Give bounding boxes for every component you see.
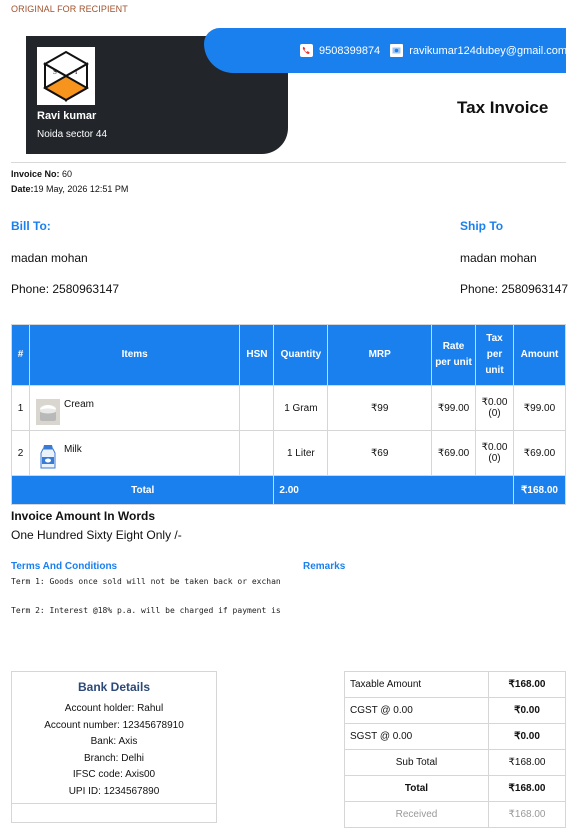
bill-to-phone: Phone: 2580963147 xyxy=(11,282,120,296)
totals-table: Taxable Amount ₹168.00 CGST @ 0.00 ₹0.00… xyxy=(344,671,566,828)
col-header: Quantity xyxy=(273,324,329,386)
bill-to-name: madan mohan xyxy=(11,251,88,265)
hsn-cell xyxy=(239,385,275,431)
cgst-label: CGST @ 0.00 xyxy=(344,697,489,724)
phone-number: 9508399874 xyxy=(319,44,381,57)
contact-info: 9508399874 ravikumar124dubey@gmail.com xyxy=(300,44,567,57)
cream-jar-icon xyxy=(35,399,60,425)
item-cell: Cream xyxy=(28,385,241,431)
table-row: 2 Milk 1 Liter ₹69 ₹69.00 ₹0.00 (0) ₹69.0… xyxy=(11,430,567,476)
email-icon xyxy=(390,44,404,57)
sgst-label: SGST @ 0.00 xyxy=(344,723,489,750)
amount-in-words: One Hundred Sixty Eight Only /- xyxy=(11,528,182,542)
email-address: ravikumar124dubey@gmail.com xyxy=(409,44,568,57)
received-value: ₹168.00 xyxy=(488,801,566,828)
item-name: Cream xyxy=(63,399,94,410)
total-label: Total xyxy=(10,475,275,505)
col-header: Items xyxy=(28,324,241,386)
tax-percent: (0) xyxy=(488,453,501,464)
col-header: Amount xyxy=(512,324,567,386)
items-table: # Items HSN Quantity MRP Rate per unit T… xyxy=(10,324,567,505)
amount-cell: ₹99.00 xyxy=(512,385,567,431)
col-header: Rate per unit xyxy=(431,324,477,386)
grand-total-label: Total xyxy=(344,775,489,802)
col-header: Tax per unit xyxy=(475,324,514,386)
ship-to-phone: Phone: 2580963147 xyxy=(460,282,569,296)
total-quantity: 2.00 xyxy=(273,475,514,505)
totals-row: SGST @ 0.00 ₹0.00 xyxy=(344,723,566,750)
company-address: Noida sector 44 xyxy=(37,129,108,140)
bank-line: Account holder: Rahul xyxy=(64,703,164,714)
bank-line: UPI ID: 1234567890 xyxy=(68,785,160,797)
amount-cell: ₹69.00 xyxy=(512,430,567,476)
totals-row: CGST @ 0.00 ₹0.00 xyxy=(344,697,566,724)
ship-to-name: madan mohan xyxy=(460,251,537,265)
taxable-label: Taxable Amount xyxy=(344,671,489,698)
invoice-number-label: Invoice No: xyxy=(11,169,60,179)
svg-text:S: S xyxy=(53,68,57,76)
invoice-date-value: 19 May, 2026 12:51 PM xyxy=(33,184,129,194)
milk-carton-icon xyxy=(35,444,60,470)
terms-heading: Terms And Conditions xyxy=(11,561,118,572)
bill-to-heading: Bill To: xyxy=(11,219,51,233)
row-number: 1 xyxy=(11,385,30,431)
table-row: 1 Cream 1 Gram ₹99 ₹99.00 ₹0.00 (0) ₹99.0… xyxy=(11,385,567,431)
ship-to-heading: Ship To xyxy=(460,219,504,233)
tax-percent: (0) xyxy=(488,408,501,419)
col-header: HSN xyxy=(239,324,275,386)
document-title: Tax Invoice xyxy=(457,98,549,117)
bank-line: Branch: Delhi xyxy=(83,752,145,764)
quantity-cell: 1 Liter xyxy=(273,430,329,476)
cgst-value: ₹0.00 xyxy=(488,697,566,724)
copy-label: ORIGINAL FOR RECIPIENT xyxy=(11,4,128,14)
total-amount: ₹168.00 xyxy=(512,475,567,505)
rate-cell: ₹69.00 xyxy=(431,430,477,476)
totals-row: Received ₹168.00 xyxy=(344,801,566,828)
bank-details-heading: Bank Details xyxy=(77,680,151,694)
tax-value: ₹0.00 xyxy=(481,397,508,408)
tax-cell: ₹0.00 (0) xyxy=(475,385,514,431)
totals-row: Sub Total ₹168.00 xyxy=(344,749,566,776)
bank-details: Bank Details Account holder: Rahul Accou… xyxy=(11,671,217,823)
item-name: Milk xyxy=(63,444,82,455)
subtotal-value: ₹168.00 xyxy=(488,749,566,776)
tax-cell: ₹0.00 (0) xyxy=(475,430,514,476)
remarks-heading: Remarks xyxy=(303,561,346,572)
rate-cell: ₹99.00 xyxy=(431,385,477,431)
hsn-cell xyxy=(239,430,275,476)
invoice-number-value: 60 xyxy=(59,169,73,179)
bank-line: IFSC code: Axis00 xyxy=(72,769,156,780)
term-line: Term 1: Goods once sold will not be take… xyxy=(11,577,281,586)
col-header: MRP xyxy=(327,324,433,386)
tax-value: ₹0.00 xyxy=(481,442,508,453)
invoice-header: 9508399874 ravikumar124dubey@gmail.com S… xyxy=(26,28,567,155)
invoice-date: Date:19 May, 2026 12:51 PM xyxy=(11,184,128,194)
invoice-number: Invoice No: 60 xyxy=(11,169,72,179)
amount-in-words-heading: Invoice Amount In Words xyxy=(11,509,156,523)
phone-icon xyxy=(300,44,313,57)
item-cell: Milk xyxy=(28,430,241,476)
sgst-value: ₹0.00 xyxy=(488,723,566,750)
items-header-row: # Items HSN Quantity MRP Rate per unit T… xyxy=(11,324,567,386)
company-logo: S I xyxy=(37,47,95,105)
invoice-date-label: Date: xyxy=(11,184,34,194)
company-name: Ravi kumar xyxy=(37,110,97,122)
quantity-cell: 1 Gram xyxy=(273,385,329,431)
totals-row: Total ₹168.00 xyxy=(344,775,566,802)
subtotal-label: Sub Total xyxy=(344,749,489,776)
bank-line: Bank: Axis xyxy=(90,736,138,747)
bank-divider xyxy=(12,803,216,804)
header-divider xyxy=(11,162,566,163)
grand-total-value: ₹168.00 xyxy=(488,775,566,802)
col-header: # xyxy=(11,324,30,386)
row-number: 2 xyxy=(11,430,30,476)
totals-row: Taxable Amount ₹168.00 xyxy=(344,671,566,698)
mrp-cell: ₹69 xyxy=(327,430,433,476)
bank-line: Account number: 12345678910 xyxy=(44,719,184,731)
term-line: Term 2: Interest @18% p.a. will be charg… xyxy=(11,606,281,615)
mrp-cell: ₹99 xyxy=(327,385,433,431)
total-row: Total 2.00 ₹168.00 xyxy=(10,475,567,505)
taxable-value: ₹168.00 xyxy=(488,671,566,698)
received-label: Received xyxy=(344,801,489,828)
